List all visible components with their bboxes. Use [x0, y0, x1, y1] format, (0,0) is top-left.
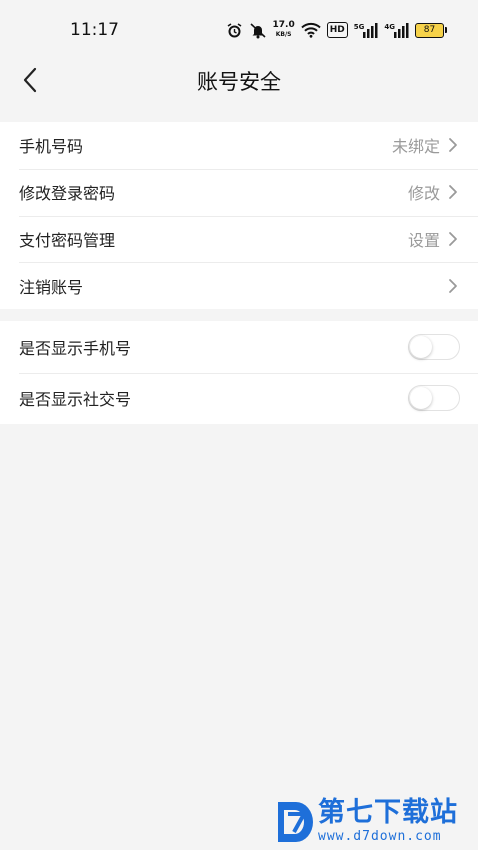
list-item-show-social: 是否显示社交号	[0, 372, 478, 425]
chevron-right-icon	[448, 184, 458, 200]
watermark-brand: 第七下载站	[318, 797, 458, 828]
nav-bar: 账号安全	[0, 56, 478, 106]
hd-badge: HD	[326, 22, 348, 38]
list-item-right: 设置	[408, 216, 458, 263]
signal-icon-5g: 5G	[354, 22, 379, 38]
show-social-toggle[interactable]	[408, 385, 460, 412]
page-title: 账号安全	[197, 70, 281, 94]
list-item-payment-password[interactable]: 支付密码管理 设置	[0, 215, 478, 263]
list-item-value: 设置	[407, 230, 440, 250]
chevron-right-icon	[448, 231, 458, 247]
d7-logo-icon	[278, 802, 313, 842]
privacy-settings-list: 是否显示手机号 是否显示社交号	[0, 321, 478, 424]
list-item-label: 手机号码	[19, 137, 84, 157]
list-item-cancel-account[interactable]: 注销账号	[0, 262, 478, 309]
network-speed-value: 17.0	[272, 20, 295, 30]
watermark-url: www.d7down.com	[318, 829, 442, 844]
list-item-label: 支付密码管理	[19, 230, 116, 250]
list-item-value: 未绑定	[391, 137, 440, 157]
network-speed-unit: KB/S	[275, 31, 292, 38]
list-item-right	[448, 262, 458, 309]
security-settings-list: 手机号码 未绑定 修改登录密码 修改 支付密码管理 设置 注销账号	[0, 122, 478, 309]
status-bar: 11:17 17.0 KB/S HD 5G 4G 87	[0, 0, 478, 56]
toggle-knob	[410, 387, 432, 410]
mute-icon	[249, 22, 267, 39]
toggle-knob	[410, 335, 432, 358]
alarm-icon	[226, 22, 243, 39]
list-item-change-login-password[interactable]: 修改登录密码 修改	[0, 168, 478, 216]
list-item-right: 修改	[408, 169, 458, 216]
list-item-label: 修改登录密码	[19, 184, 116, 204]
list-item-show-phone: 是否显示手机号	[0, 321, 478, 373]
chevron-right-icon	[448, 137, 458, 153]
chevron-right-icon	[448, 278, 458, 294]
battery-level: 87	[423, 25, 436, 35]
signal-icon-4g: 4G	[384, 22, 409, 38]
list-item-right: 未绑定	[392, 122, 458, 169]
status-icons: 17.0 KB/S HD 5G 4G 87	[226, 18, 447, 42]
battery-icon: 87	[415, 22, 447, 38]
watermark: 第七下载站 www.d7down.com	[274, 796, 470, 848]
list-item-phone-number[interactable]: 手机号码 未绑定	[0, 122, 478, 169]
list-item-label: 是否显示手机号	[19, 338, 132, 358]
list-item-value: 修改	[407, 184, 440, 204]
show-phone-toggle[interactable]	[408, 333, 460, 360]
list-item-label: 注销账号	[19, 277, 84, 297]
network-speed: 17.0 KB/S	[273, 21, 295, 39]
list-item-label: 是否显示社交号	[19, 390, 132, 410]
status-time: 11:17	[70, 20, 119, 40]
wifi-icon	[301, 22, 321, 38]
